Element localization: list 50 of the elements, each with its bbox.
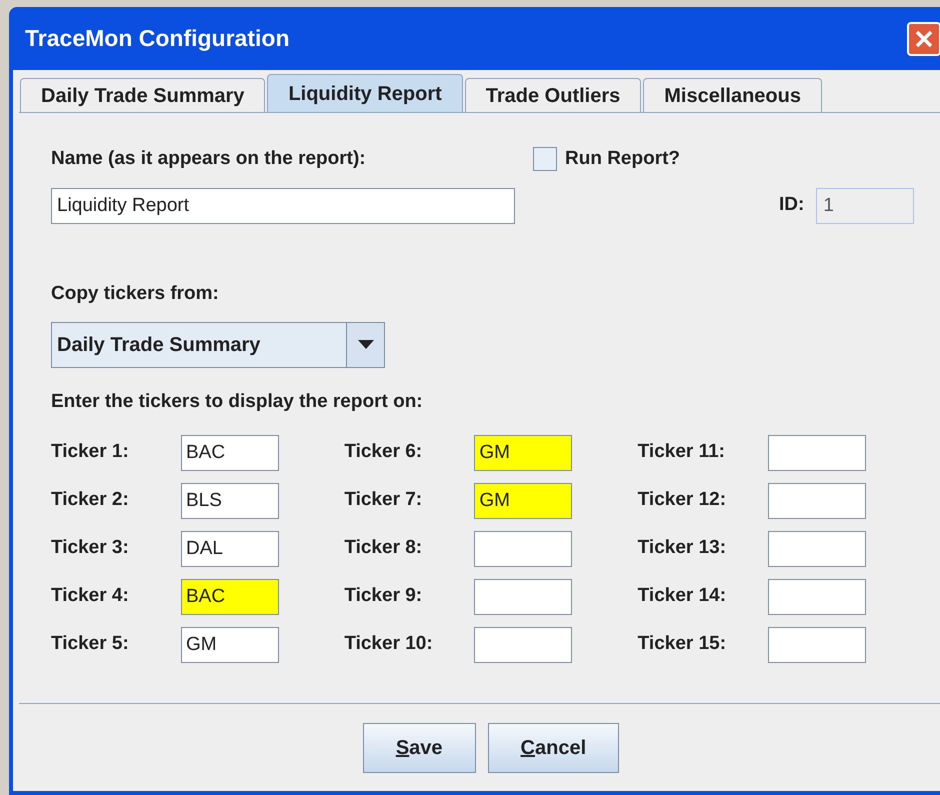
ticker-label: Ticker 9: <box>344 584 424 608</box>
close-button[interactable] <box>907 22 940 56</box>
ticker-label: Ticker 2: <box>51 488 130 512</box>
ticker-label: Ticker 13: <box>638 536 728 560</box>
name-field[interactable]: Liquidity Report <box>51 188 515 224</box>
dropdown-value: Daily Trade Summary <box>56 333 262 358</box>
name-label: Name (as it appears on the report): <box>51 147 367 171</box>
ticker-field[interactable]: BLS <box>181 482 279 518</box>
copy-tickers-label: Copy tickers from: <box>51 282 220 306</box>
ticker-field[interactable] <box>768 530 866 566</box>
tab[interactable]: Miscellaneous <box>643 78 822 112</box>
ticker-field[interactable] <box>474 626 572 662</box>
ticker-field[interactable] <box>474 578 572 614</box>
ticker-field[interactable]: GM <box>474 482 572 518</box>
ticker-field[interactable]: BAC <box>181 434 279 470</box>
ticker-label: Ticker 14: <box>638 584 728 608</box>
ticker-field[interactable]: BAC <box>181 578 279 614</box>
ticker-field[interactable]: GM <box>474 434 572 470</box>
ticker-label: Ticker 8: <box>344 536 424 560</box>
caret-icon <box>358 340 374 350</box>
dialog-button[interactable]: Cancel <box>488 722 620 772</box>
window-title: TraceMon Configuration <box>25 24 290 54</box>
checkbox[interactable] <box>533 147 557 172</box>
ticker-label: Ticker 4: <box>51 584 130 608</box>
ticker-label: Ticker 7: <box>344 488 424 512</box>
ticker-label: Ticker 3: <box>51 536 130 560</box>
tab[interactable]: Liquidity Report <box>267 74 463 112</box>
run-report-label: Run Report? <box>565 147 680 171</box>
ticker-field[interactable] <box>768 482 866 518</box>
ticker-field[interactable]: DAL <box>181 530 279 566</box>
ticker-field[interactable] <box>768 578 866 614</box>
ticker-label: Ticker 1: <box>51 440 130 464</box>
ticker-label: Ticker 6: <box>344 440 424 464</box>
ticker-label: Ticker 12: <box>638 488 728 512</box>
ticker-label: Ticker 15: <box>638 632 728 656</box>
ticker-field[interactable] <box>768 626 866 662</box>
tickers-heading: Enter the tickers to display the report on: <box>51 390 424 414</box>
id-label: ID: <box>779 193 804 218</box>
dialog-button[interactable]: Save <box>362 722 476 772</box>
ticker-field[interactable]: GM <box>181 626 279 662</box>
ticker-field[interactable] <box>768 434 866 470</box>
ticker-label: Ticker 5: <box>51 632 130 656</box>
tab[interactable]: Daily Trade Summary <box>20 78 266 112</box>
ticker-label: Ticker 11: <box>638 440 726 464</box>
tab[interactable]: Trade Outliers <box>464 78 642 112</box>
dropdown-arrow-button[interactable] <box>346 323 384 367</box>
copy-tickers-dropdown[interactable]: Daily Trade Summary <box>51 322 385 368</box>
close-icon <box>914 28 934 48</box>
ticker-field[interactable] <box>474 530 572 566</box>
ticker-label: Ticker 10: <box>344 632 434 656</box>
